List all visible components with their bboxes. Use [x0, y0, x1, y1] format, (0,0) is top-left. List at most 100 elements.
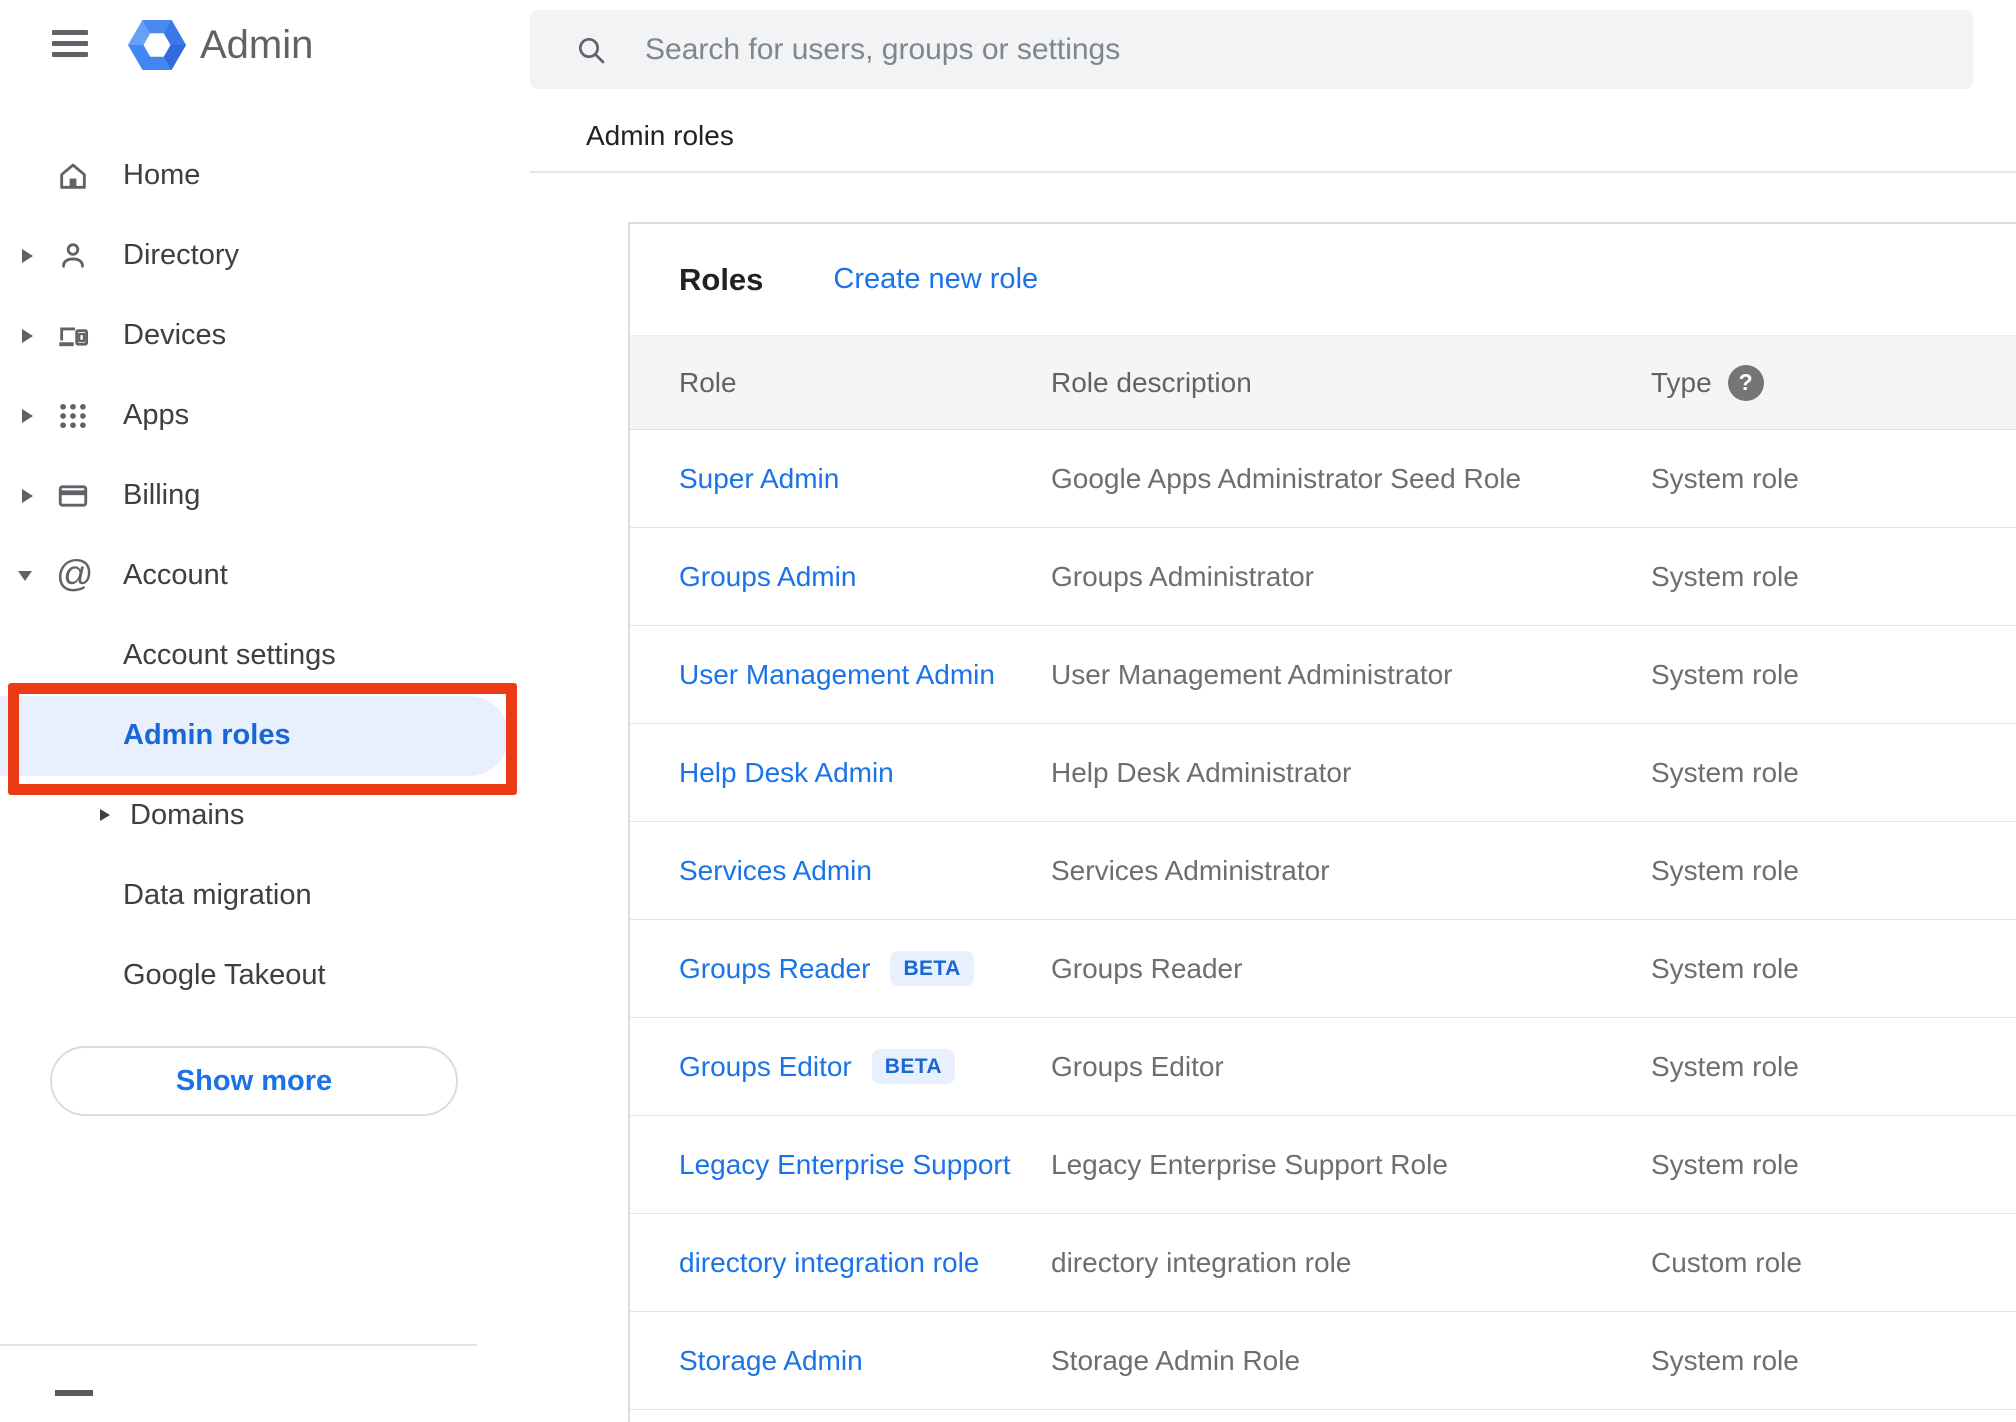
home-icon	[56, 159, 90, 193]
sidebar-item-data-migration[interactable]: Data migration	[0, 856, 530, 936]
help-icon[interactable]: ?	[1727, 364, 1764, 401]
sidebar-item-label: Domains	[130, 798, 245, 831]
role-cell: Help Desk Admin	[679, 757, 1051, 789]
role-description: Help Desk Administrator	[1051, 756, 1352, 788]
role-type: System role	[1651, 658, 1799, 690]
roles-table-body: Super Admin Google Apps Administrator See…	[630, 430, 2016, 1410]
person-icon	[56, 239, 90, 273]
sidebar-item-google-takeout[interactable]: Google Takeout	[0, 936, 530, 1016]
sidebar-item-devices[interactable]: Devices	[0, 296, 530, 376]
sidebar-item-label: Google Takeout	[123, 958, 326, 991]
role-type: Custom role	[1651, 1246, 1802, 1278]
sidebar-item-directory[interactable]: Directory	[0, 216, 530, 296]
table-row-user-management-admin: User Management Admin User Management Adm…	[630, 626, 2016, 724]
role-description: directory integration role	[1051, 1246, 1352, 1278]
role-description: Google Apps Administrator Seed Role	[1051, 462, 1522, 494]
table-row-help-desk-admin: Help Desk Admin Help Desk Administrator Sy…	[630, 724, 2016, 822]
role-cell: Services Admin	[679, 855, 1051, 887]
roles-table-header: Role Role description Type ?	[630, 335, 2016, 430]
chevron-right-icon[interactable]	[22, 249, 33, 263]
role-link[interactable]: Groups Reader	[679, 953, 870, 985]
sidebar-item-label: Admin roles	[123, 718, 291, 751]
role-description: Groups Administrator	[1051, 560, 1314, 592]
table-row-services-admin: Services Admin Services Administrator Syst…	[630, 822, 2016, 920]
cut-off-bottom-icon	[55, 1390, 93, 1396]
sidebar-item-label: Devices	[123, 318, 227, 351]
create-new-role-link[interactable]: Create new role	[833, 263, 1038, 296]
chevron-right-icon[interactable]	[22, 329, 33, 343]
role-description: Storage Admin Role	[1051, 1344, 1301, 1376]
sidebar-item-label: Data migration	[123, 878, 312, 911]
role-type: System role	[1651, 952, 1799, 984]
role-description: Groups Editor	[1051, 1050, 1224, 1082]
table-row-legacy-enterprise-support: Legacy Enterprise Support Legacy Enterpri…	[630, 1116, 2016, 1214]
role-cell: Super Admin	[679, 463, 1051, 495]
sidebar-item-billing[interactable]: Billing	[0, 456, 530, 536]
role-link[interactable]: Legacy Enterprise Support	[679, 1149, 1011, 1181]
role-type: System role	[1651, 560, 1799, 592]
devices-icon	[56, 319, 90, 353]
role-cell: Groups Editor BETA	[679, 1049, 1051, 1084]
sidebar-item-label: Billing	[123, 478, 201, 511]
sidebar-bottom-divider	[0, 1344, 477, 1346]
search-input[interactable]: Search for users, groups or settings	[530, 10, 1973, 89]
role-link[interactable]: Storage Admin	[679, 1345, 863, 1377]
sidebar-item-home[interactable]: Home	[0, 136, 530, 216]
role-link[interactable]: Help Desk Admin	[679, 757, 894, 789]
role-cell: Groups Admin	[679, 561, 1051, 593]
admin-console-page: { "app": { "logo_text": "Admin", "colors…	[0, 0, 2016, 1422]
role-link[interactable]: User Management Admin	[679, 659, 995, 691]
chevron-right-icon[interactable]	[22, 489, 33, 503]
table-row-groups-admin: Groups Admin Groups Administrator System r…	[630, 528, 2016, 626]
table-row-storage-admin: Storage Admin Storage Admin Role System ro…	[630, 1312, 2016, 1410]
column-header-type: Type ?	[1651, 364, 2016, 401]
admin-logo-icon[interactable]	[128, 16, 186, 74]
column-header-role: Role	[679, 366, 737, 398]
role-link[interactable]: Super Admin	[679, 463, 839, 495]
sidebar-item-label: Apps	[123, 398, 190, 431]
sidebar-item-label: Home	[123, 158, 201, 191]
role-link[interactable]: Groups Editor	[679, 1051, 852, 1083]
sidebar-item-apps[interactable]: Apps	[0, 376, 530, 456]
role-link[interactable]: Services Admin	[679, 855, 872, 887]
apps-grid-icon	[56, 399, 90, 433]
app-title: Admin	[200, 23, 314, 67]
sidebar-item-domains[interactable]: Domains	[0, 776, 530, 856]
role-type: System role	[1651, 1050, 1799, 1082]
hamburger-menu-icon[interactable]	[52, 30, 88, 57]
chevron-right-icon[interactable]	[22, 409, 33, 423]
chevron-down-icon[interactable]	[18, 571, 32, 581]
roles-card: Roles Create new role Role Role descript…	[628, 222, 2016, 1422]
role-type: System role	[1651, 1148, 1799, 1180]
role-cell: directory integration role	[679, 1247, 1051, 1279]
sidebar-item-label: Directory	[123, 238, 240, 271]
table-row-groups-reader: Groups Reader BETA Groups Reader System rol…	[630, 920, 2016, 1018]
sidebar-item-label: Account settings	[123, 638, 336, 671]
table-row-directory-integration-role: directory integration role directory inte…	[630, 1214, 2016, 1312]
role-description: Groups Reader	[1051, 952, 1243, 984]
search-placeholder: Search for users, groups or settings	[645, 32, 1121, 66]
role-type: System role	[1651, 1344, 1799, 1376]
sidebar-item-admin-roles[interactable]: Admin roles	[0, 696, 530, 776]
show-more-button[interactable]: Show more	[50, 1046, 458, 1116]
role-cell: Storage Admin	[679, 1345, 1051, 1377]
breadcrumb-divider	[530, 171, 2016, 173]
role-type: System role	[1651, 462, 1799, 494]
table-row-super-admin: Super Admin Google Apps Administrator See…	[630, 430, 2016, 528]
beta-badge: BETA	[871, 1049, 955, 1084]
role-cell: Groups Reader BETA	[679, 951, 1051, 986]
role-link[interactable]: Groups Admin	[679, 561, 856, 593]
role-type: System role	[1651, 756, 1799, 788]
role-link[interactable]: directory integration role	[679, 1247, 979, 1279]
table-row-groups-editor: Groups Editor BETA Groups Editor System rol…	[630, 1018, 2016, 1116]
chevron-right-icon[interactable]	[100, 809, 110, 821]
sidebar-item-account[interactable]: @ Account	[0, 536, 530, 616]
role-description: User Management Administrator	[1051, 658, 1453, 690]
column-header-description: Role description	[1051, 366, 1252, 398]
search-icon	[579, 37, 605, 63]
beta-badge: BETA	[890, 951, 974, 986]
at-sign-icon: @	[56, 553, 94, 594]
sidebar-item-account-settings[interactable]: Account settings	[0, 616, 530, 696]
sidebar-nav: Home Directory Devices Apps Billing @ Account A…	[0, 136, 530, 1116]
main-area: Search for users, groups or settings Adm…	[530, 0, 2016, 1422]
